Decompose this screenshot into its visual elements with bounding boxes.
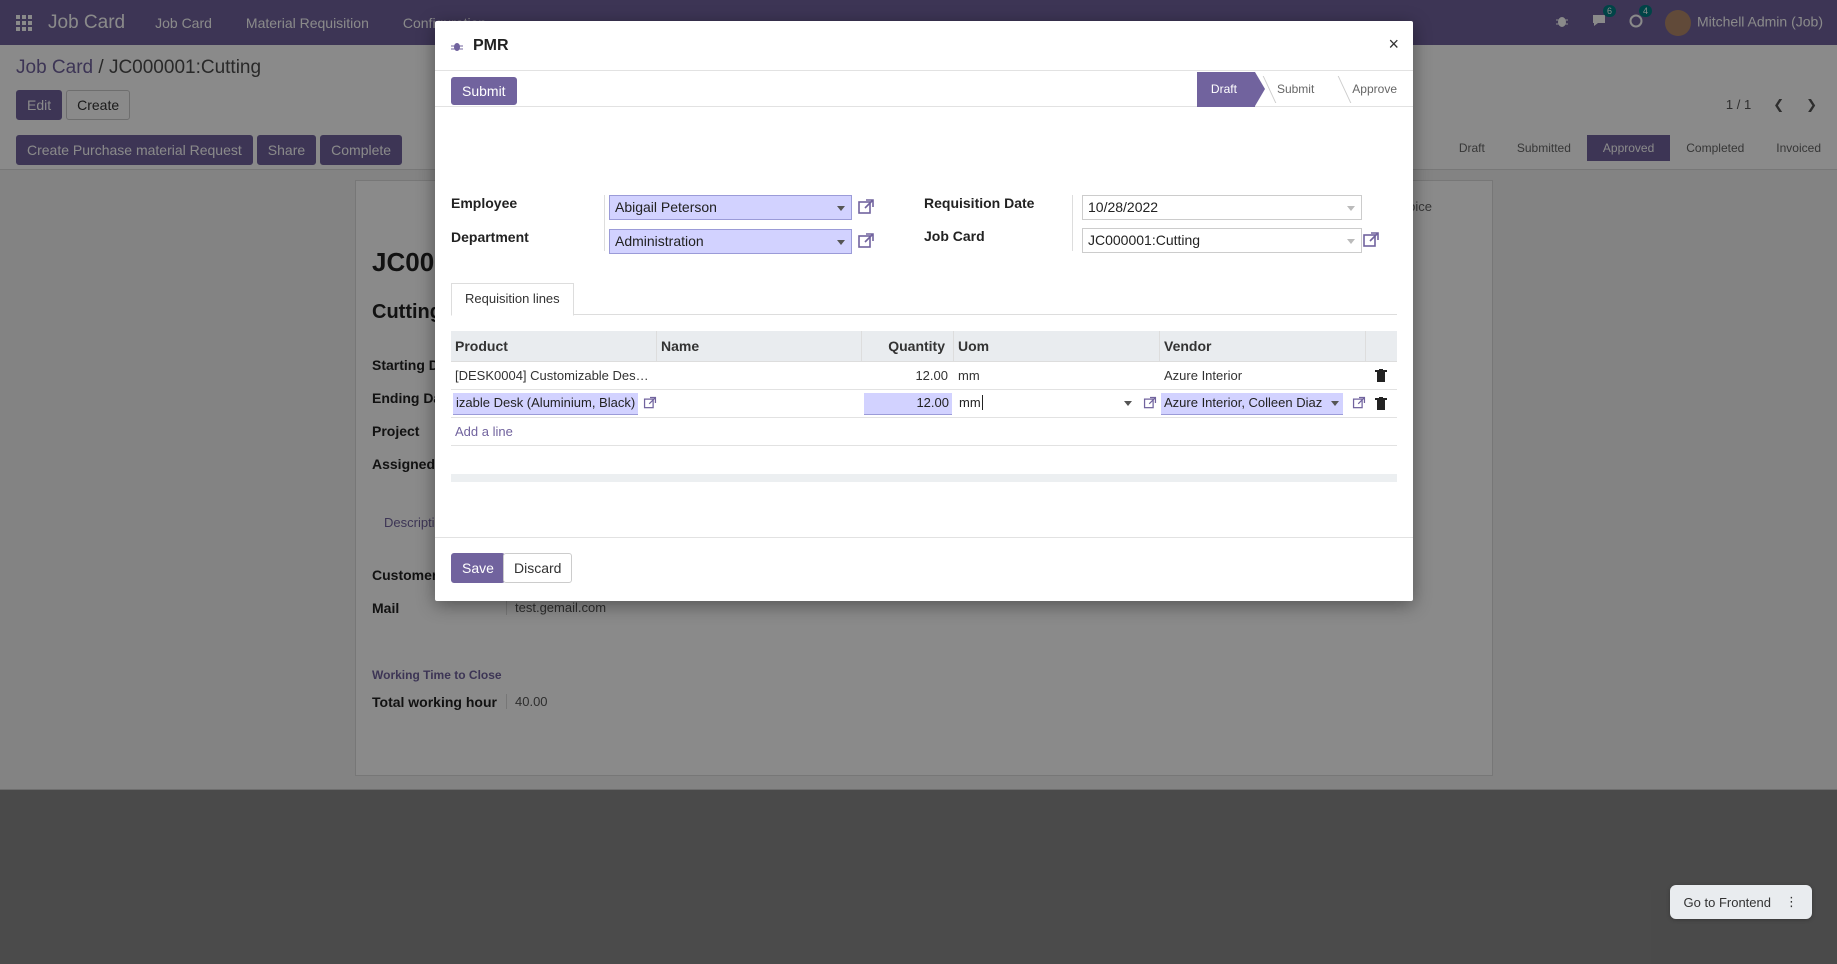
- save-button[interactable]: Save: [451, 553, 505, 583]
- text-cursor: [981, 395, 983, 410]
- job-card-value: JC000001:Cutting: [1088, 232, 1201, 248]
- job-card-select[interactable]: JC000001:Cutting: [1082, 228, 1362, 253]
- add-line-link[interactable]: Add a line: [451, 418, 513, 446]
- uom-input[interactable]: mm: [956, 393, 1136, 415]
- cell-quantity: 12.00: [915, 368, 948, 383]
- chevron-down-icon: [1347, 239, 1355, 244]
- column-product[interactable]: Product: [451, 331, 657, 362]
- modal-header: PMR ×: [435, 21, 1413, 71]
- chevron-down-icon: [837, 206, 845, 211]
- table-footer: [451, 474, 1397, 482]
- chevron-down-icon[interactable]: [1124, 401, 1132, 406]
- trash-icon[interactable]: [1375, 397, 1387, 410]
- external-link-icon[interactable]: [643, 396, 657, 410]
- more-vertical-icon[interactable]: ⋮: [1785, 894, 1798, 910]
- vendor-input[interactable]: Azure Interior, Colleen Diaz: [1161, 393, 1343, 415]
- add-line-row: Add a line: [451, 418, 1397, 446]
- date-divider: [1072, 195, 1073, 251]
- quantity-input[interactable]: 12.00: [864, 393, 952, 415]
- requisition-date-value: 10/28/2022: [1088, 199, 1159, 215]
- modal-footer: Save Discard: [435, 537, 1413, 601]
- tab-requisition-lines[interactable]: Requisition lines: [451, 283, 574, 316]
- cell-name: [657, 362, 862, 390]
- employee-label: Employee: [451, 195, 518, 211]
- employee-select[interactable]: Abigail Peterson: [609, 195, 852, 220]
- go-to-frontend-button[interactable]: Go to Frontend ⋮: [1669, 885, 1812, 919]
- department-value: Administration: [615, 233, 704, 249]
- requisition-date-input[interactable]: 10/28/2022: [1082, 195, 1362, 220]
- cell-product: [DESK0004] Customizable Des…: [455, 368, 649, 383]
- trash-icon[interactable]: [1375, 369, 1387, 382]
- bug-icon: [451, 42, 463, 51]
- notebook-tabs: Requisition lines: [451, 283, 1397, 316]
- department-select[interactable]: Administration: [609, 229, 852, 254]
- cell-vendor: Azure Interior: [1164, 368, 1243, 383]
- close-icon[interactable]: ×: [1388, 34, 1399, 55]
- stage-submit[interactable]: Submit: [1255, 72, 1330, 107]
- column-name[interactable]: Name: [657, 331, 862, 362]
- employee-divider: [604, 195, 605, 251]
- pmr-dialog: PMR × Submit Draft Submit Approve Employ…: [435, 21, 1413, 601]
- pmr-statusbar: Submit Draft Submit Approve: [435, 72, 1413, 107]
- requisition-date-label: Requisition Date: [924, 195, 1035, 211]
- table-row[interactable]: [DESK0004] Customizable Des… 12.00 mm Az…: [451, 362, 1397, 390]
- table-row-editing[interactable]: izable Desk (Aluminium, Black) 12.00 mm …: [451, 390, 1397, 418]
- cell-uom: mm: [958, 368, 980, 383]
- stage-approve[interactable]: Approve: [1330, 72, 1413, 107]
- job-card-label: Job Card: [924, 228, 985, 244]
- chevron-down-icon[interactable]: [1331, 401, 1339, 406]
- table-header: Product Name Quantity Uom Vendor: [451, 331, 1397, 362]
- submit-button[interactable]: Submit: [451, 77, 517, 105]
- column-vendor[interactable]: Vendor: [1160, 331, 1366, 362]
- employee-value: Abigail Peterson: [615, 199, 717, 215]
- external-link-icon[interactable]: [857, 198, 875, 216]
- column-quantity[interactable]: Quantity: [862, 331, 954, 362]
- modal-title: PMR: [473, 36, 509, 54]
- column-uom[interactable]: Uom: [954, 331, 1160, 362]
- requisition-lines-table: Product Name Quantity Uom Vendor [DESK00…: [451, 331, 1397, 446]
- uom-value: mm: [959, 395, 981, 410]
- discard-button[interactable]: Discard: [503, 553, 573, 583]
- external-link-icon[interactable]: [1352, 396, 1366, 410]
- product-input[interactable]: izable Desk (Aluminium, Black): [453, 393, 638, 415]
- chevron-down-icon: [837, 240, 845, 245]
- external-link-icon[interactable]: [1143, 396, 1157, 410]
- external-link-icon[interactable]: [1362, 231, 1380, 249]
- go-to-frontend-label: Go to Frontend: [1683, 894, 1771, 910]
- stage-draft[interactable]: Draft: [1196, 72, 1265, 107]
- external-link-icon[interactable]: [857, 232, 875, 250]
- chevron-down-icon: [1347, 206, 1355, 211]
- department-label: Department: [451, 229, 529, 245]
